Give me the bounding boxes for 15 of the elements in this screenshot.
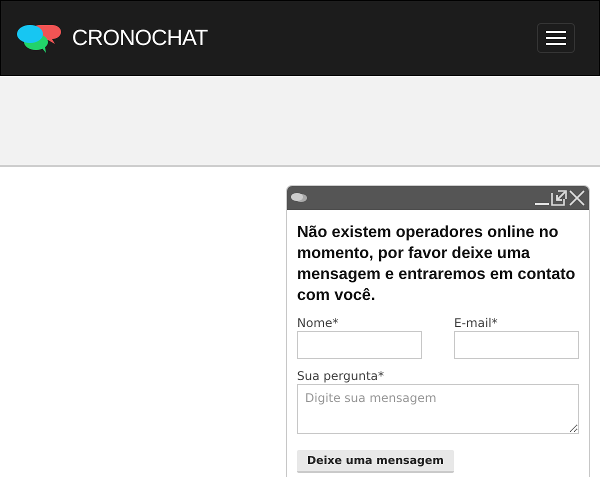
- input-field[interactable]: [454, 331, 579, 359]
- field-label: Sua pergunta*: [297, 369, 385, 383]
- menu-icon: [546, 31, 566, 45]
- popout-icon[interactable]: [551, 190, 567, 206]
- input-field[interactable]: [297, 331, 422, 359]
- message-field[interactable]: Digite sua mensagem: [297, 384, 579, 434]
- close-icon[interactable]: [569, 190, 585, 206]
- chat-bubbles-icon: [16, 22, 62, 54]
- field-label: E-mail*: [454, 316, 499, 330]
- field-label: Nome*: [297, 316, 340, 330]
- offline-message: Não existem operadores online no momento, por favor deixe uma mensagem e entraremos em contato com você.: [297, 223, 576, 306]
- leave-message-button[interactable]: Deixe uma mensagem: [297, 450, 454, 473]
- menu-button[interactable]: [537, 23, 575, 53]
- brand-name: CRONOCHAT: [72, 25, 208, 51]
- chat-bubbles-icon: [291, 193, 307, 203]
